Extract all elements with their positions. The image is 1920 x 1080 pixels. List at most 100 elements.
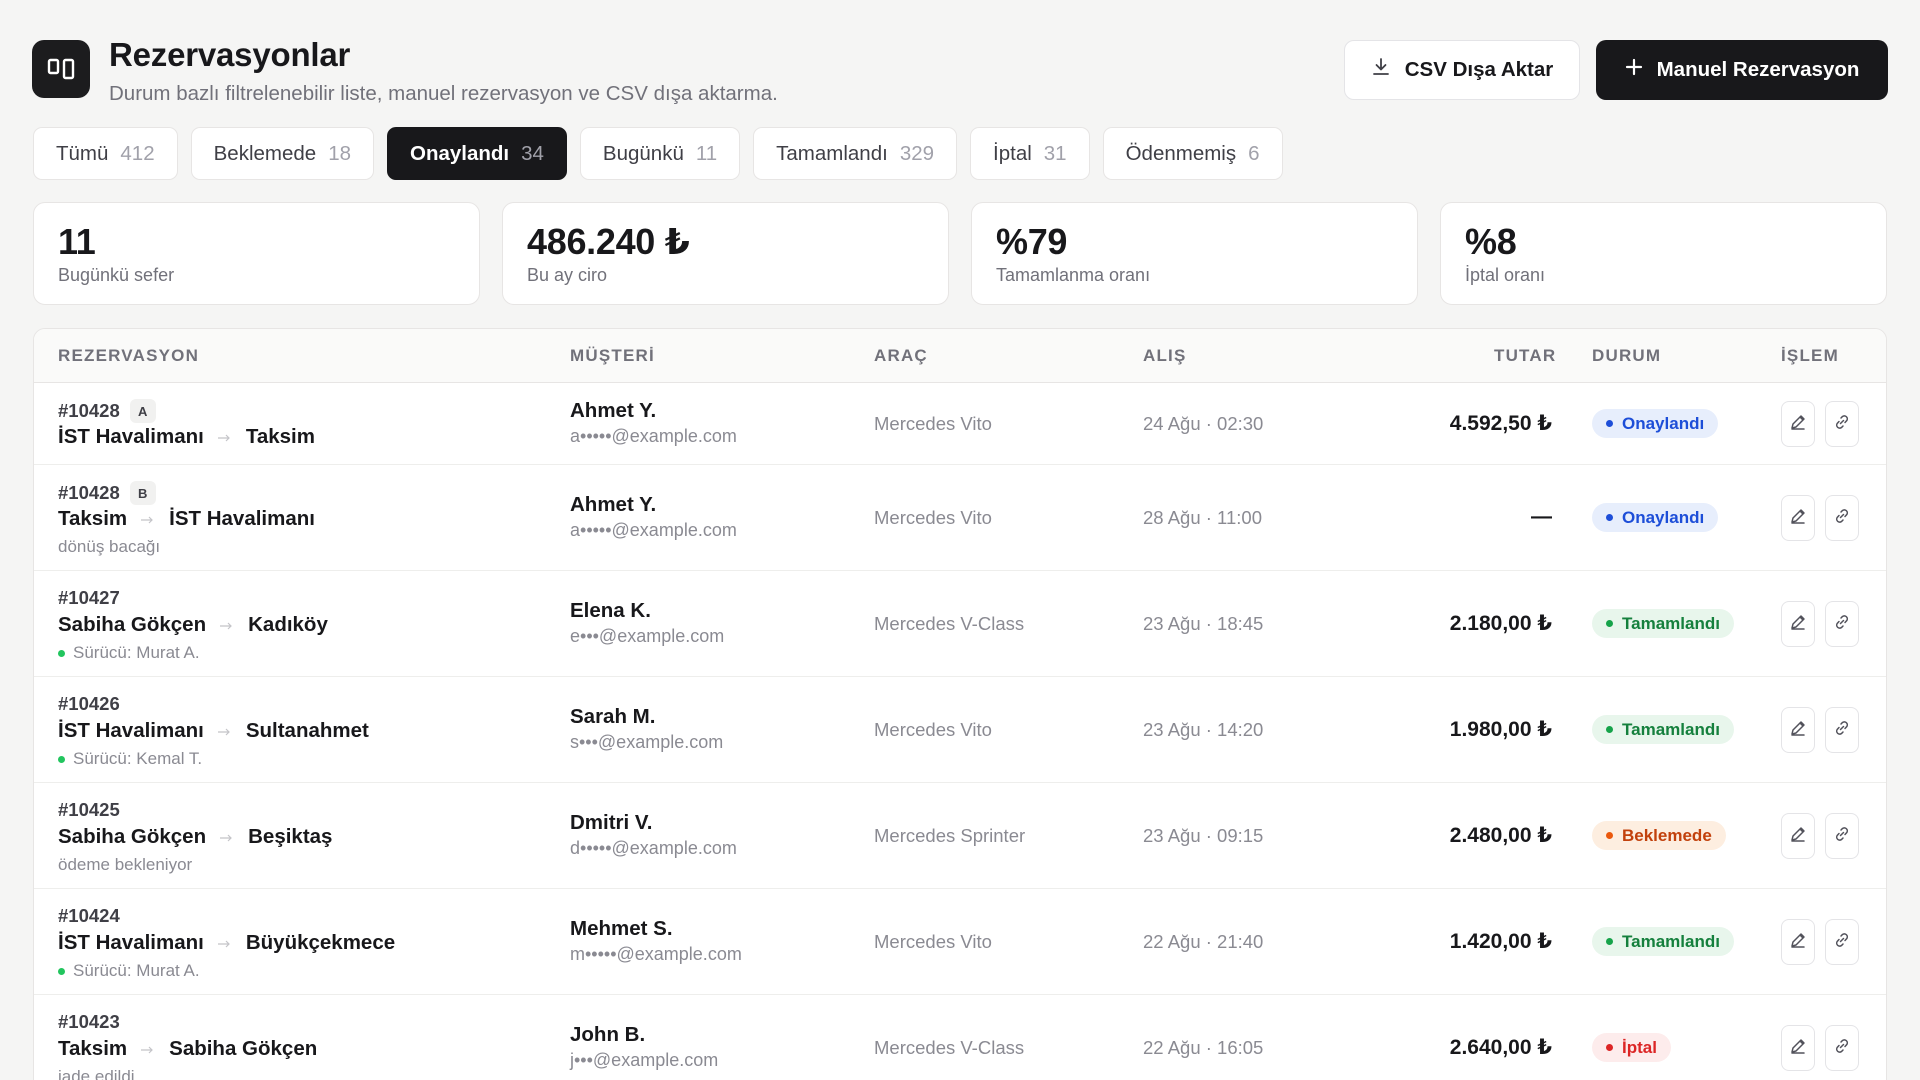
status-pill: Beklemede (1592, 821, 1726, 850)
amount: 2.480,00 ₺ (1449, 824, 1552, 847)
status-badge: İptal (1592, 1033, 1671, 1062)
vehicle: Mercedes V-Class (874, 613, 1025, 634)
status-text: Onaylandı (1622, 413, 1705, 433)
tab-6[interactable]: Ödenmemiş 6 (1102, 127, 1283, 180)
link-button[interactable] (1825, 919, 1859, 965)
status-text: Tamamlandı (1622, 613, 1720, 633)
arrow-right-icon (220, 617, 234, 633)
edit-button[interactable] (1781, 919, 1815, 965)
stats-row: 11 Bugünkü sefer 486.240 ₺ Bu ay ciro %79 Tam… (33, 202, 1887, 305)
amount: 2.180,00 ₺ (1449, 612, 1552, 635)
download-icon (1371, 57, 1391, 83)
route: Sabiha Gökçen Beşiktaş (58, 825, 332, 849)
tab-count: 31 (1043, 141, 1067, 165)
status-filter-tabs: Tümü 412 Beklemede 18 Onaylandı 34 Bugünkü 11 Ta… (33, 127, 1283, 180)
link-button[interactable] (1825, 601, 1859, 647)
manual-reservation-button[interactable]: Manuel Rezervasyon (1596, 40, 1888, 100)
route-to: Büyükçekmece (245, 931, 396, 954)
link-button[interactable] (1825, 401, 1859, 447)
table-header: REZERVASYON MÜŞTERİ ARAÇ ALIŞ TUTAR DURU… (34, 329, 1886, 383)
table-row[interactable]: #10426 İST Havalimanı Sultanahmet Sürücü: K… (34, 677, 1886, 783)
pencil-icon (1789, 1037, 1807, 1060)
stat-label: İptal oranı (1465, 265, 1546, 285)
customer-email: e•••@example.com (570, 626, 725, 646)
status-badge: Beklemede (1592, 821, 1726, 850)
amount: — (1531, 505, 1552, 528)
stat-value: 486.240 ₺ (527, 221, 690, 262)
table-row[interactable]: #10424 İST Havalimanı Büyükçekmece Sürücü: … (34, 889, 1886, 995)
route: Taksim İST Havalimanı (58, 507, 315, 531)
link-icon (1833, 507, 1851, 530)
status-pill: Tamamlandı (1592, 609, 1734, 638)
vehicle: Mercedes Vito (874, 413, 992, 434)
reservation-id: #10423 (58, 1011, 120, 1033)
table-row[interactable]: #10423 Taksim Sabiha Gökçen iade edildi John… (34, 995, 1886, 1080)
stat-value: 11 (58, 221, 96, 262)
status-dot (1606, 938, 1613, 945)
pickup-time: 28 Ağu · 11:00 (1143, 507, 1262, 528)
link-button[interactable] (1825, 495, 1859, 541)
pencil-icon (1789, 413, 1807, 436)
status-badge: Onaylandı (1592, 409, 1719, 438)
csv-export-label: CSV Dışa Aktar (1404, 58, 1554, 81)
table-row[interactable]: #10427 Sabiha Gökçen Kadıköy Sürücü: Murat … (34, 571, 1886, 677)
reservation-id: #10424 (58, 905, 120, 927)
table-row[interactable]: #10428 A İST Havalimanı Taksim Ahmet Y. a••••… (34, 383, 1886, 465)
link-button[interactable] (1825, 1025, 1859, 1071)
vehicle: Mercedes Vito (874, 719, 992, 740)
status-dot (1606, 514, 1613, 521)
csv-export-button[interactable]: CSV Dışa Aktar (1344, 40, 1580, 100)
pencil-icon (1789, 507, 1807, 530)
tab-count: 34 (521, 141, 544, 165)
edit-button[interactable] (1781, 1025, 1815, 1071)
tab-1[interactable]: Beklemede 18 (190, 127, 374, 180)
edit-button[interactable] (1781, 401, 1815, 447)
tab-4[interactable]: Tamamlandı 329 (753, 127, 958, 180)
customer-email: a•••••@example.com (570, 520, 737, 540)
link-button[interactable] (1825, 707, 1859, 753)
status-badge: Tamamlandı (1592, 609, 1734, 638)
page-subtitle: Durum bazlı filtrelenebilir liste, manue… (109, 82, 778, 105)
edit-button[interactable] (1781, 707, 1815, 753)
reservation-number: #10428 (58, 482, 120, 503)
stat-value: %79 (996, 221, 1068, 262)
tab-2[interactable]: Onaylandı 34 (387, 127, 567, 180)
status-pill: Tamamlandı (1592, 715, 1734, 744)
stat-label: Tamamlanma oranı (996, 265, 1151, 285)
reservation-number: #10425 (58, 799, 120, 820)
customer-email: d•••••@example.com (570, 838, 737, 858)
customer-name: Sarah M. (570, 705, 656, 728)
tab-0[interactable]: Tümü 412 (33, 127, 178, 180)
edit-button[interactable] (1781, 495, 1815, 541)
link-icon (1833, 613, 1851, 636)
stat-card: %8 İptal oranı (1440, 202, 1887, 305)
note-text: ödeme bekleniyor (58, 855, 193, 874)
status-text: Beklemede (1622, 825, 1712, 845)
status-dot (1606, 1044, 1613, 1051)
tab-5[interactable]: İptal 31 (970, 127, 1090, 180)
row-note: Sürücü: Murat A. (58, 961, 200, 981)
amount: 2.640,00 ₺ (1449, 1036, 1552, 1059)
driver-status-dot (58, 967, 65, 975)
edit-button[interactable] (1781, 813, 1815, 859)
note-text: Sürücü: Murat A. (73, 643, 200, 662)
table-row[interactable]: #10428 B Taksim İST Havalimanı dönüş bacağı A… (34, 465, 1886, 571)
route-to: Sultanahmet (245, 719, 369, 742)
tab-count: 6 (1248, 141, 1260, 165)
tab-label: İptal (993, 141, 1032, 165)
columns-icon (32, 40, 90, 98)
tab-count: 329 (899, 141, 935, 165)
route: İST Havalimanı Sultanahmet (58, 719, 369, 743)
pickup-time: 22 Ağu · 21:40 (1143, 931, 1264, 952)
pickup-time: 23 Ağu · 09:15 (1143, 825, 1264, 846)
tab-3[interactable]: Bugünkü 11 (579, 127, 741, 180)
link-button[interactable] (1825, 813, 1859, 859)
pencil-icon (1789, 719, 1807, 742)
vehicle: Mercedes Vito (874, 507, 992, 528)
vehicle: Mercedes Sprinter (874, 825, 1026, 846)
table-row[interactable]: #10425 Sabiha Gökçen Beşiktaş ödeme bekleni… (34, 783, 1886, 889)
tab-label: Bugünkü (602, 141, 684, 165)
reservation-id: #10428 B (58, 481, 156, 505)
reservations-table: REZERVASYON MÜŞTERİ ARAÇ ALIŞ TUTAR DURU… (33, 328, 1887, 1080)
edit-button[interactable] (1781, 601, 1815, 647)
